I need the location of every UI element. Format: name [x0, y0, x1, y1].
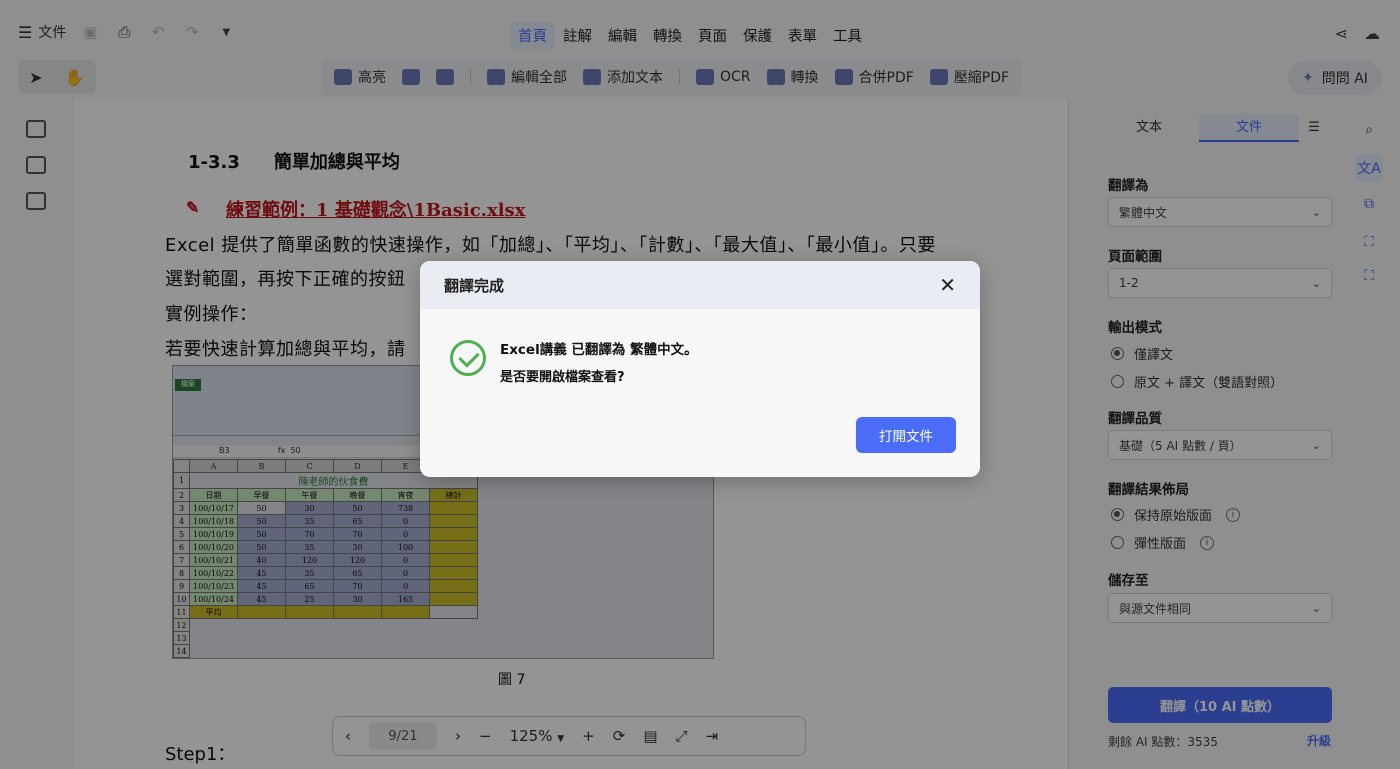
dialog-message: Excel講義 已翻譯為 繁體中文。 是否要開啟檔案查看?	[500, 338, 698, 385]
success-check-icon	[450, 340, 486, 376]
dialog-title: 翻譯完成	[444, 276, 505, 295]
dialog-body: Excel講義 已翻譯為 繁體中文。 是否要開啟檔案查看?	[450, 338, 698, 385]
open-file-button[interactable]: 打開文件	[856, 417, 956, 453]
dialog-message-line2: 是否要開啟檔案查看?	[500, 370, 625, 385]
translation-complete-dialog: 翻譯完成 ✕ Excel講義 已翻譯為 繁體中文。 是否要開啟檔案查看? 打開文…	[420, 261, 980, 477]
dialog-message-line1: Excel講義 已翻譯為 繁體中文。	[500, 342, 698, 358]
dialog-header: 翻譯完成 ✕	[420, 261, 980, 309]
close-icon[interactable]: ✕	[939, 273, 956, 297]
